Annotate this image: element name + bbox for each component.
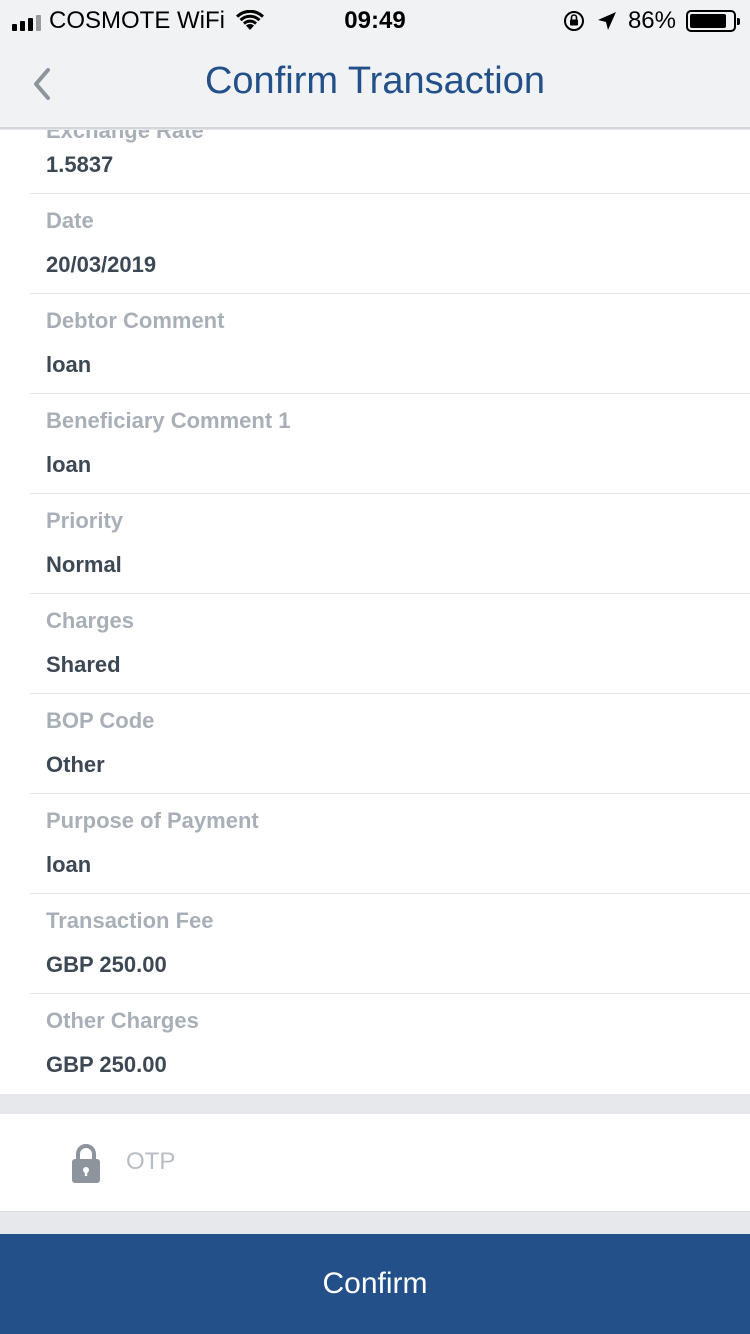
detail-row-bop-code: BOP Code Other — [30, 694, 750, 794]
detail-row-other-charges: Other Charges GBP 250.00 — [30, 994, 750, 1094]
transaction-details[interactable]: Exchange Rate 1.5837 Date 20/03/2019 Deb… — [0, 130, 750, 1094]
otp-field-container — [0, 1114, 750, 1212]
detail-row-debtor-comment: Debtor Comment loan — [30, 294, 750, 394]
detail-row-priority: Priority Normal — [30, 494, 750, 594]
detail-label: Purpose of Payment — [46, 808, 259, 833]
detail-label: BOP Code — [46, 708, 155, 733]
detail-value: 1.5837 — [46, 152, 114, 177]
detail-label: Charges — [46, 608, 135, 633]
detail-label: Date — [46, 208, 94, 233]
detail-row-charges: Charges Shared — [30, 594, 750, 694]
rotation-lock-icon — [563, 11, 584, 31]
status-bar: COSMOTE WiFi 09:49 86% — [0, 0, 750, 40]
detail-label: Priority — [46, 508, 124, 533]
location-arrow-icon — [597, 12, 616, 30]
status-right: 86% — [562, 7, 740, 35]
detail-value: GBP 250.00 — [46, 952, 167, 977]
detail-value: Normal — [46, 552, 122, 577]
detail-row-date: Date 20/03/2019 — [30, 194, 750, 294]
battery-percentage: 86% — [627, 7, 676, 34]
battery-icon — [686, 10, 740, 32]
detail-value: Other — [46, 752, 105, 777]
detail-value: Shared — [46, 652, 121, 677]
detail-label: Debtor Comment — [46, 308, 225, 333]
lock-icon — [72, 1144, 100, 1183]
navigation-bar: Confirm Transaction — [0, 40, 750, 129]
detail-row-exchange-rate: Exchange Rate 1.5837 — [30, 130, 750, 194]
detail-row-beneficiary-comment: Beneficiary Comment 1 loan — [30, 394, 750, 494]
detail-label: Transaction Fee — [46, 908, 214, 933]
detail-row-purpose-of-payment: Purpose of Payment loan — [30, 794, 750, 894]
battery-fill — [690, 14, 727, 28]
detail-label: Beneficiary Comment 1 — [46, 408, 291, 433]
page-title: Confirm Transaction — [204, 60, 545, 102]
detail-value: loan — [46, 452, 92, 477]
detail-label: Exchange Rate — [46, 130, 204, 143]
otp-input[interactable] — [126, 1142, 706, 1182]
confirm-button[interactable]: Confirm — [0, 1234, 750, 1334]
detail-value: 20/03/2019 — [46, 252, 157, 277]
detail-value: loan — [46, 852, 92, 877]
detail-row-transaction-fee: Transaction Fee GBP 250.00 — [30, 894, 750, 994]
detail-label: Other Charges — [46, 1008, 199, 1033]
detail-value: loan — [46, 352, 92, 377]
detail-value: GBP 250.00 — [46, 1052, 167, 1077]
